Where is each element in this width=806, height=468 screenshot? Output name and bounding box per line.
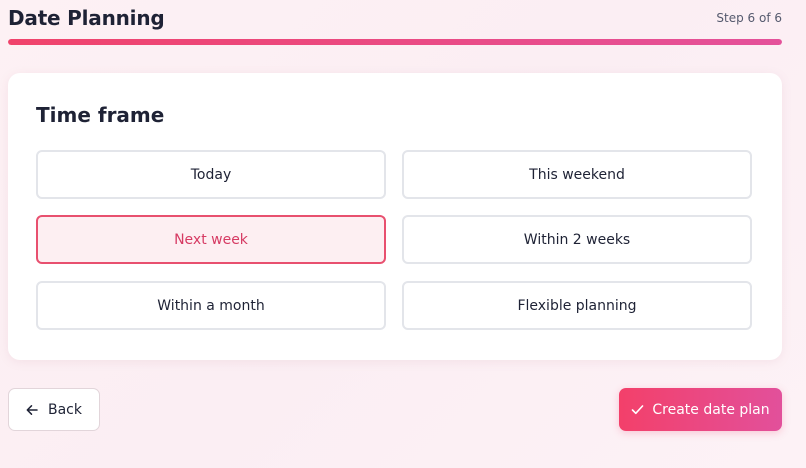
check-icon bbox=[631, 403, 644, 416]
step-indicator: Step 6 of 6 bbox=[716, 11, 782, 25]
option-within-2-weeks[interactable]: Within 2 weeks bbox=[402, 215, 752, 264]
back-button-label: Back bbox=[48, 401, 82, 418]
progress-bar-fill bbox=[8, 39, 782, 45]
header: Date Planning Step 6 of 6 bbox=[8, 6, 782, 34]
arrow-left-icon bbox=[26, 404, 38, 416]
back-button[interactable]: Back bbox=[8, 388, 100, 431]
option-flexible-planning[interactable]: Flexible planning bbox=[402, 281, 752, 330]
option-today[interactable]: Today bbox=[36, 150, 386, 199]
question-title: Time frame bbox=[36, 103, 165, 127]
create-date-plan-button[interactable]: Create date plan bbox=[619, 388, 782, 431]
question-card: Time frame Today This weekend Next week … bbox=[8, 73, 782, 360]
option-within-a-month[interactable]: Within a month bbox=[36, 281, 386, 330]
progress-bar bbox=[8, 39, 782, 45]
page-title: Date Planning bbox=[8, 6, 165, 30]
create-date-plan-label: Create date plan bbox=[652, 401, 770, 418]
option-this-weekend[interactable]: This weekend bbox=[402, 150, 752, 199]
option-next-week[interactable]: Next week bbox=[36, 215, 386, 264]
